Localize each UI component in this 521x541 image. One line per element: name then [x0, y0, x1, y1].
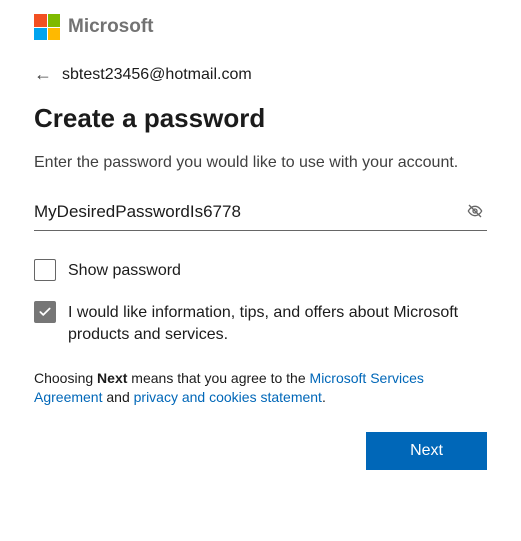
page-title: Create a password — [34, 103, 487, 134]
show-password-row: Show password — [34, 259, 487, 282]
back-arrow-icon[interactable]: ← — [34, 64, 52, 85]
offers-checkbox[interactable] — [34, 301, 56, 323]
legal-prefix: Choosing — [34, 370, 97, 386]
password-field-wrap — [34, 198, 487, 231]
legal-suffix: . — [322, 389, 326, 405]
legal-mid1: means that you agree to the — [127, 370, 309, 386]
brand-header: Microsoft — [34, 14, 487, 40]
instruction-text: Enter the password you would like to use… — [34, 152, 487, 174]
next-button[interactable]: Next — [366, 432, 487, 470]
password-input[interactable] — [34, 202, 463, 222]
legal-bold: Next — [97, 370, 127, 386]
offers-label: I would like information, tips, and offe… — [68, 301, 487, 347]
account-email: sbtest23456@hotmail.com — [62, 66, 252, 84]
identity-row: ← sbtest23456@hotmail.com — [34, 64, 487, 85]
legal-text: Choosing Next means that you agree to th… — [34, 369, 487, 408]
show-password-label: Show password — [68, 259, 487, 282]
brand-name: Microsoft — [68, 16, 154, 38]
show-password-checkbox[interactable] — [34, 259, 56, 281]
offers-row: I would like information, tips, and offe… — [34, 301, 487, 347]
button-row: Next — [34, 432, 487, 470]
microsoft-logo-icon — [34, 14, 60, 40]
legal-mid2: and — [102, 389, 133, 405]
toggle-visibility-icon[interactable] — [463, 203, 487, 222]
privacy-statement-link[interactable]: privacy and cookies statement — [134, 389, 322, 405]
